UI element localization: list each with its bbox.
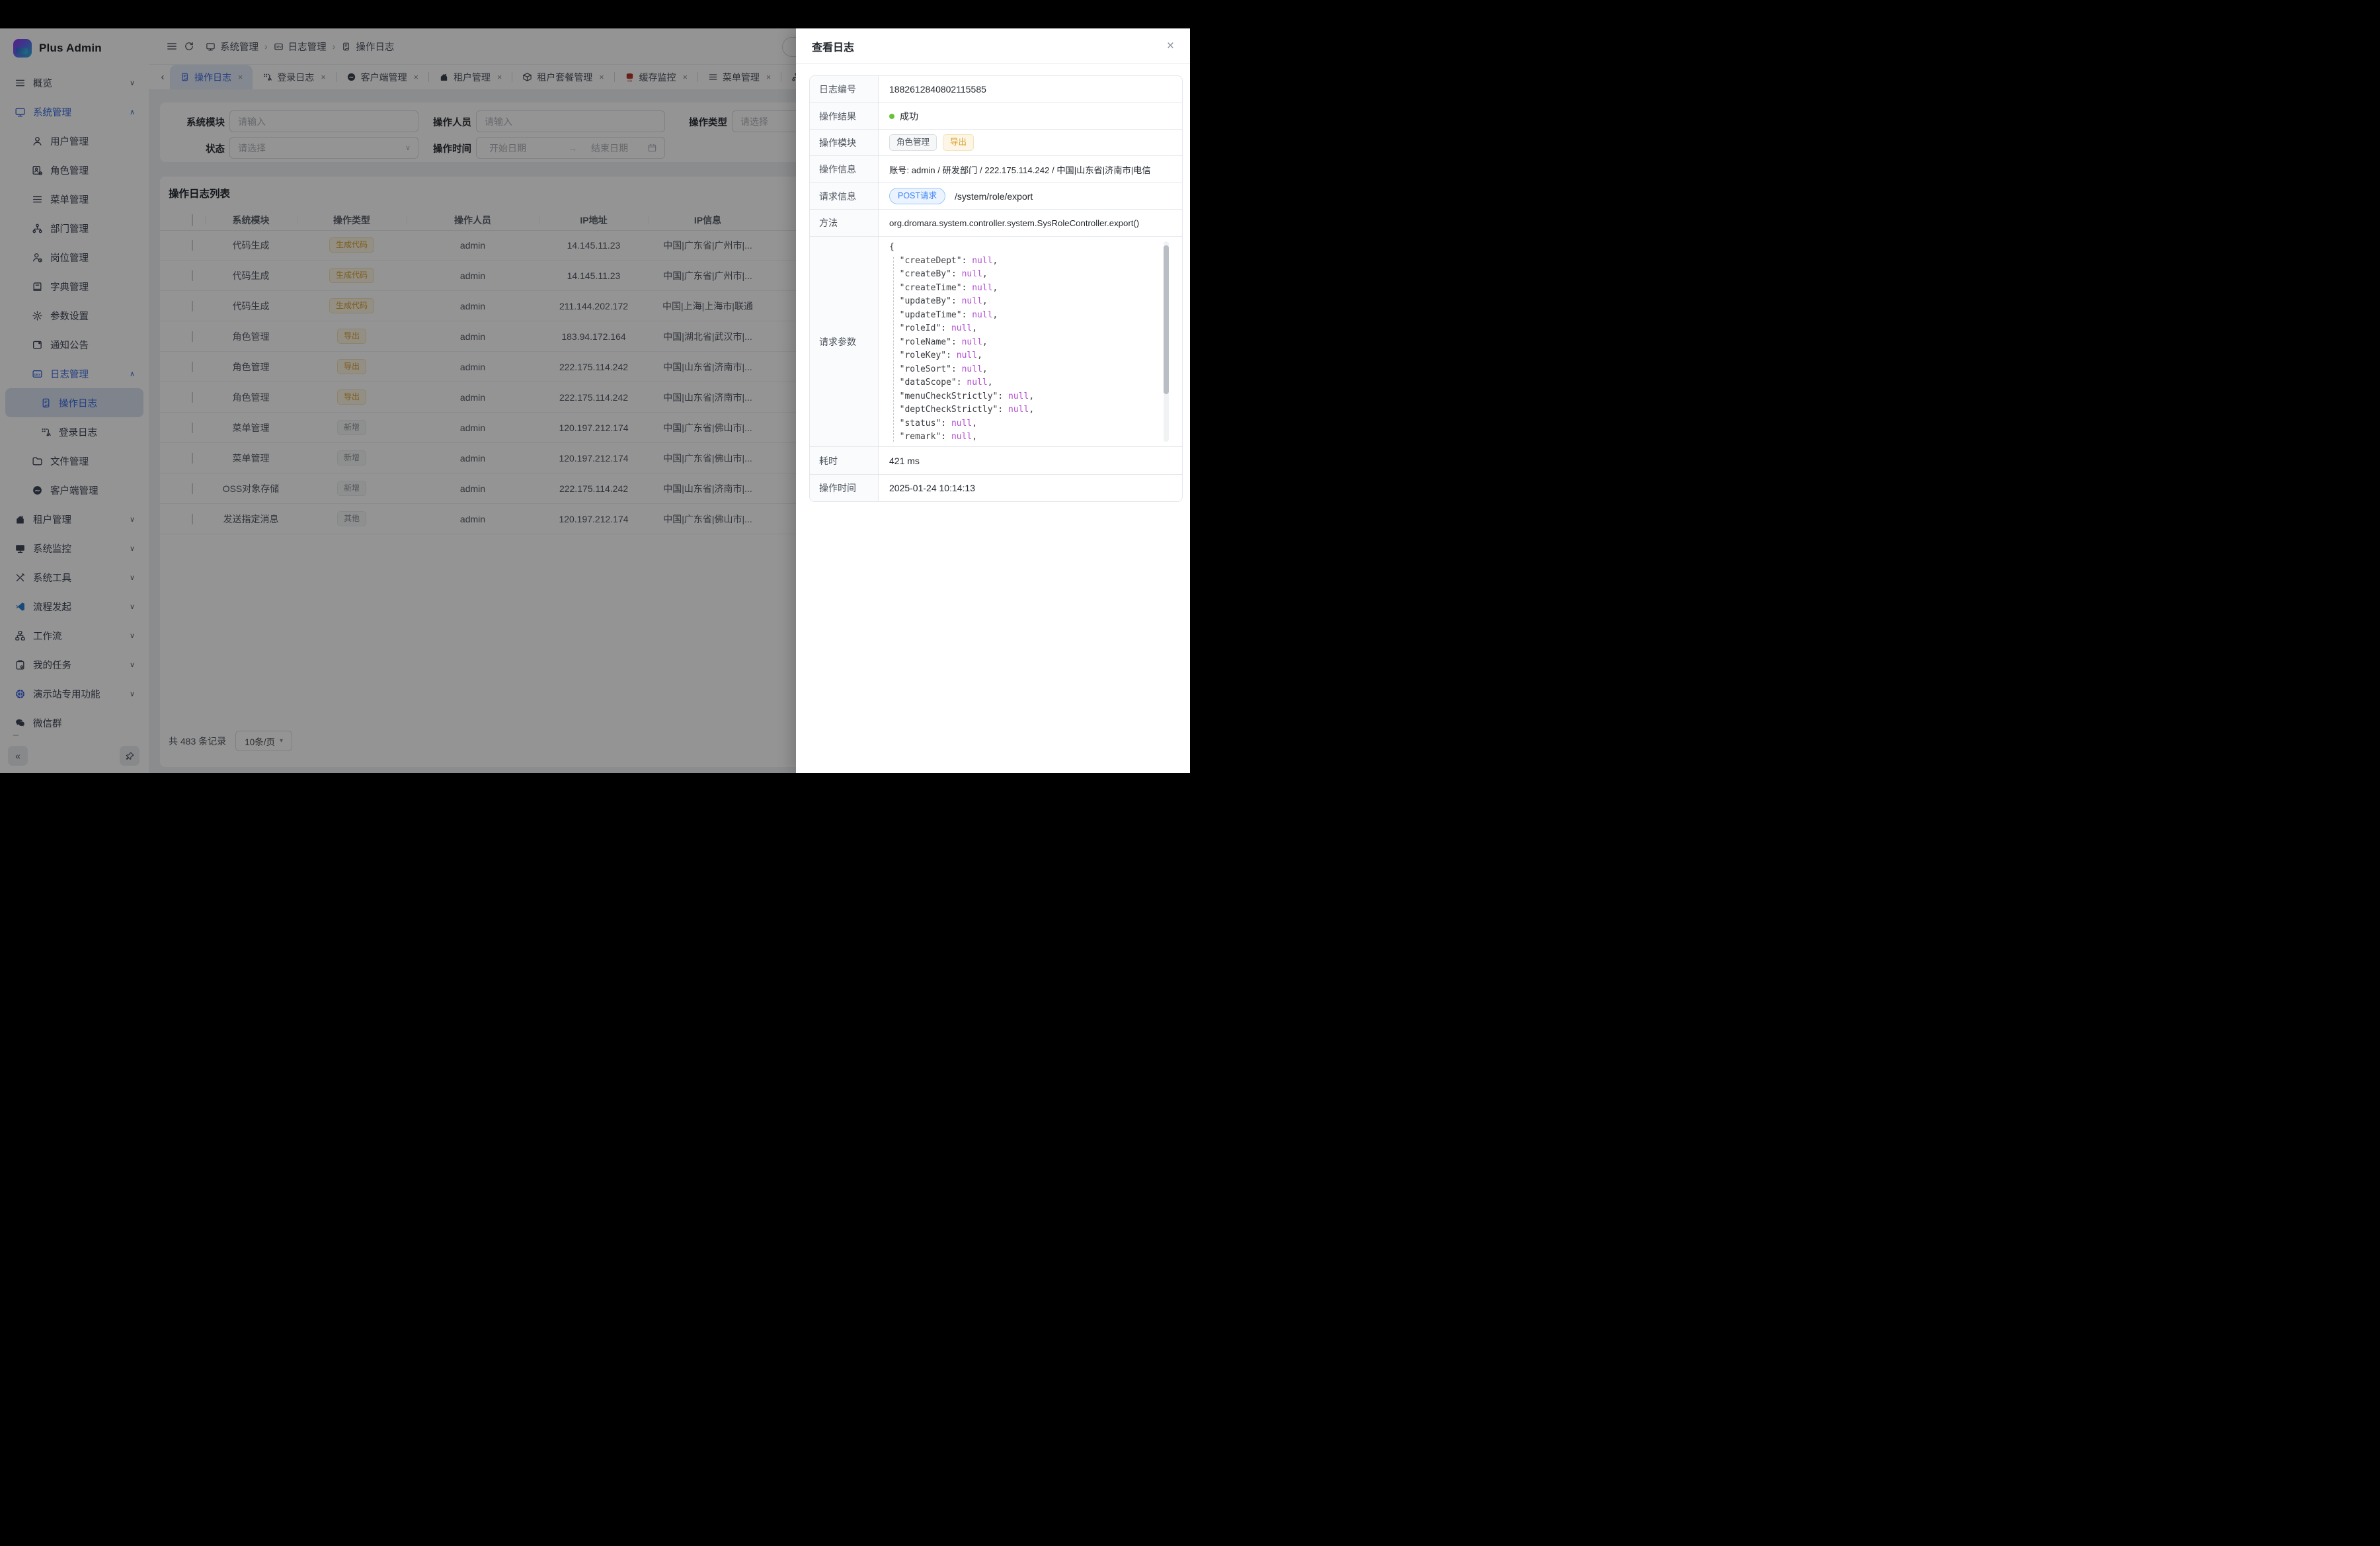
detail-label: 操作信息 (810, 156, 879, 183)
detail-label: 请求信息 (810, 183, 879, 209)
detail-row: 日志编号1882612840802115585 (810, 76, 1182, 103)
request-params-json: { "createDept": null, "createBy": null, … (879, 237, 1182, 446)
detail-row: 请求参数 { "createDept": null, "createBy": n… (810, 237, 1182, 447)
tag: 角色管理 (889, 134, 937, 150)
detail-label: 方法 (810, 210, 879, 236)
log-detail-table: 日志编号1882612840802115585 操作结果成功 操作模块角色管理导… (809, 75, 1183, 502)
code-scrollbar (1164, 241, 1169, 442)
code-scrollbar-thumb[interactable] (1164, 245, 1169, 394)
detail-label: 日志编号 (810, 76, 879, 102)
json-code-block: { "createDept": null, "createBy": null, … (889, 241, 1182, 444)
success-dot-icon (889, 114, 894, 119)
detail-tags: 角色管理导出 (879, 130, 1182, 155)
drawer-overlay-mask[interactable] (0, 28, 796, 773)
view-log-drawer: 查看日志 × 日志编号1882612840802115585 操作结果成功 操作… (796, 28, 1190, 773)
detail-value: org.dromara.system.controller.system.Sys… (879, 210, 1182, 236)
detail-status: 成功 (879, 103, 1182, 129)
request-path: /system/role/export (955, 191, 1033, 202)
tag: 导出 (943, 134, 974, 150)
detail-request: POST请求 /system/role/export (879, 183, 1182, 209)
detail-value: 421 ms (879, 447, 1182, 474)
drawer-title: 查看日志 (812, 38, 854, 54)
detail-label: 操作时间 (810, 475, 879, 501)
post-method-badge: POST请求 (889, 188, 945, 204)
indent-guide (893, 257, 894, 442)
detail-label: 操作模块 (810, 130, 879, 155)
detail-row: 方法org.dromara.system.controller.system.S… (810, 210, 1182, 237)
window-top-bar (0, 0, 1190, 28)
detail-row: 操作信息账号: admin / 研发部门 / 222.175.114.242 /… (810, 156, 1182, 183)
detail-row: 请求信息 POST请求 /system/role/export (810, 183, 1182, 210)
detail-value: 账号: admin / 研发部门 / 222.175.114.242 / 中国|… (879, 156, 1182, 183)
detail-row: 操作结果成功 (810, 103, 1182, 130)
screen: Plus Admin 概览∨ 系统管理∧ 用户管理 角色管理 菜单管理 部门管理… (0, 0, 1190, 773)
detail-value: 2025-01-24 10:14:13 (879, 475, 1182, 501)
detail-value: 1882612840802115585 (879, 76, 1182, 102)
detail-label: 操作结果 (810, 103, 879, 129)
detail-row: 耗时421 ms (810, 447, 1182, 475)
detail-label: 耗时 (810, 447, 879, 474)
detail-row: 操作时间2025-01-24 10:14:13 (810, 475, 1182, 501)
close-icon[interactable]: × (1167, 40, 1174, 52)
detail-row: 操作模块角色管理导出 (810, 130, 1182, 156)
drawer-header: 查看日志 × (796, 28, 1190, 64)
detail-label: 请求参数 (810, 237, 879, 446)
